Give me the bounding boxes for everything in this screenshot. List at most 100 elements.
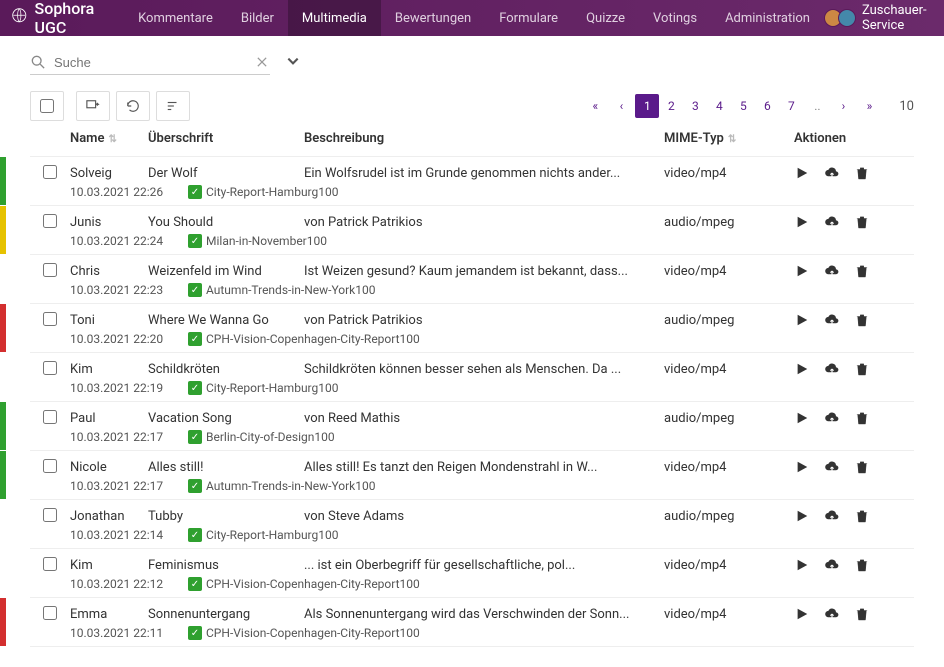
cell-timestamp: 10.03.2021 22:20	[70, 332, 188, 346]
row-checkbox[interactable]	[43, 263, 57, 277]
cell-tag: ✓ Autumn-Trends-in-New-York100	[188, 283, 376, 297]
trash-icon[interactable]	[854, 165, 870, 181]
nav-item-votings[interactable]: Votings	[639, 0, 711, 36]
page-next[interactable]: ›	[831, 94, 855, 118]
row-checkbox[interactable]	[43, 459, 57, 473]
nav-item-kommentare[interactable]: Kommentare	[124, 0, 227, 36]
nav-item-multimedia[interactable]: Multimedia	[288, 0, 381, 36]
trash-icon[interactable]	[854, 214, 870, 230]
row-checkbox[interactable]	[43, 361, 57, 375]
play-icon[interactable]	[794, 165, 810, 181]
cloud-upload-icon[interactable]	[824, 165, 840, 181]
cell-description: Schildkröten können besser sehen als Men…	[304, 362, 664, 377]
trash-icon[interactable]	[854, 312, 870, 328]
cell-actions	[794, 263, 914, 279]
col-description[interactable]: Beschreibung	[304, 131, 664, 146]
cloud-upload-icon[interactable]	[824, 410, 840, 426]
cell-tag: ✓CPH-Vision-Copenhagen-City-Report100	[188, 332, 420, 346]
col-name[interactable]: Name⇅	[70, 131, 148, 146]
play-icon[interactable]	[794, 410, 810, 426]
page-6[interactable]: 6	[755, 94, 779, 118]
cloud-upload-icon[interactable]	[824, 312, 840, 328]
cloud-upload-icon[interactable]	[824, 263, 840, 279]
table-row: JonathanTubbyvon Steve Adamsaudio/mpeg10…	[30, 500, 914, 549]
check-icon: ✓	[188, 430, 202, 444]
row-checkbox[interactable]	[43, 508, 57, 522]
nav-item-quizze[interactable]: Quizze	[572, 0, 639, 36]
page-3[interactable]: 3	[683, 94, 707, 118]
row-checkbox[interactable]	[43, 165, 57, 179]
cloud-upload-icon[interactable]	[824, 459, 840, 475]
row-checkbox[interactable]	[43, 410, 57, 424]
cell-mime: audio/mpeg	[664, 411, 794, 426]
cell-mime: video/mp4	[664, 607, 794, 622]
play-icon[interactable]	[794, 459, 810, 475]
search-bar	[0, 36, 944, 81]
play-icon[interactable]	[794, 214, 810, 230]
cloud-upload-icon[interactable]	[824, 361, 840, 377]
cell-tag: ✓City-Report-Hamburg100	[188, 381, 338, 395]
cell-mime: video/mp4	[664, 362, 794, 377]
clear-icon[interactable]	[254, 54, 270, 70]
cloud-upload-icon[interactable]	[824, 508, 840, 524]
cell-timestamp: 10.03.2021 22:19	[70, 381, 188, 395]
row-checkbox[interactable]	[43, 312, 57, 326]
cloud-upload-icon[interactable]	[824, 214, 840, 230]
play-icon[interactable]	[794, 312, 810, 328]
col-mime[interactable]: MIME-Typ⇅	[664, 131, 794, 146]
page-last[interactable]: »	[857, 94, 881, 118]
trash-icon[interactable]	[854, 508, 870, 524]
toolbar: « ‹ 1234567 .. › » 10	[0, 81, 944, 121]
cell-heading: Tubby	[148, 509, 304, 524]
page-5[interactable]: 5	[731, 94, 755, 118]
row-checkbox[interactable]	[43, 214, 57, 228]
table-row: PaulVacation Songvon Reed Mathisaudio/mp…	[30, 402, 914, 451]
tag-label: CPH-Vision-Copenhagen-City-Report100	[206, 626, 420, 640]
play-icon[interactable]	[794, 508, 810, 524]
play-icon[interactable]	[794, 606, 810, 622]
user-menu[interactable]: Zuschauer-Service	[824, 3, 932, 33]
play-icon[interactable]	[794, 361, 810, 377]
page-4[interactable]: 4	[707, 94, 731, 118]
chevron-down-icon[interactable]	[286, 54, 300, 72]
search-input[interactable]	[54, 55, 246, 70]
play-icon[interactable]	[794, 263, 810, 279]
tag-label: CPH-Vision-Copenhagen-City-Report100	[206, 577, 420, 591]
page-prev[interactable]: ‹	[609, 94, 633, 118]
tag-label: Autumn-Trends-in-New-York100	[206, 283, 376, 297]
check-icon: ✓	[188, 283, 202, 297]
sort-button[interactable]	[156, 91, 190, 121]
page-1[interactable]: 1	[635, 94, 659, 118]
search-icon[interactable]	[30, 54, 46, 70]
globe-icon	[12, 8, 27, 28]
page-7[interactable]: 7	[779, 94, 803, 118]
batch-action-button[interactable]	[76, 91, 110, 121]
nav-item-bilder[interactable]: Bilder	[227, 0, 288, 36]
trash-icon[interactable]	[854, 606, 870, 622]
nav-item-bewertungen[interactable]: Bewertungen	[381, 0, 485, 36]
refresh-button[interactable]	[116, 91, 150, 121]
cloud-upload-icon[interactable]	[824, 606, 840, 622]
trash-icon[interactable]	[854, 410, 870, 426]
user-label: Zuschauer-Service	[862, 3, 932, 33]
cloud-upload-icon[interactable]	[824, 557, 840, 573]
trash-icon[interactable]	[854, 263, 870, 279]
status-indicator	[0, 255, 6, 303]
search-input-wrap	[30, 50, 270, 75]
play-icon[interactable]	[794, 557, 810, 573]
trash-icon[interactable]	[854, 459, 870, 475]
page-2[interactable]: 2	[659, 94, 683, 118]
cell-description: Als Sonnenuntergang wird das Verschwinde…	[304, 607, 664, 622]
check-icon: ✓	[188, 185, 202, 199]
col-heading[interactable]: Überschrift	[148, 131, 304, 146]
trash-icon[interactable]	[854, 557, 870, 573]
check-icon: ✓	[188, 479, 202, 493]
nav-item-formulare[interactable]: Formulare	[485, 0, 572, 36]
row-checkbox[interactable]	[43, 606, 57, 620]
trash-icon[interactable]	[854, 361, 870, 377]
select-all-checkbox[interactable]	[40, 99, 54, 113]
table-row: KimFeminismus... ist ein Oberbegriff für…	[30, 549, 914, 598]
page-first[interactable]: «	[583, 94, 607, 118]
row-checkbox[interactable]	[43, 557, 57, 571]
nav-item-administration[interactable]: Administration	[711, 0, 824, 36]
